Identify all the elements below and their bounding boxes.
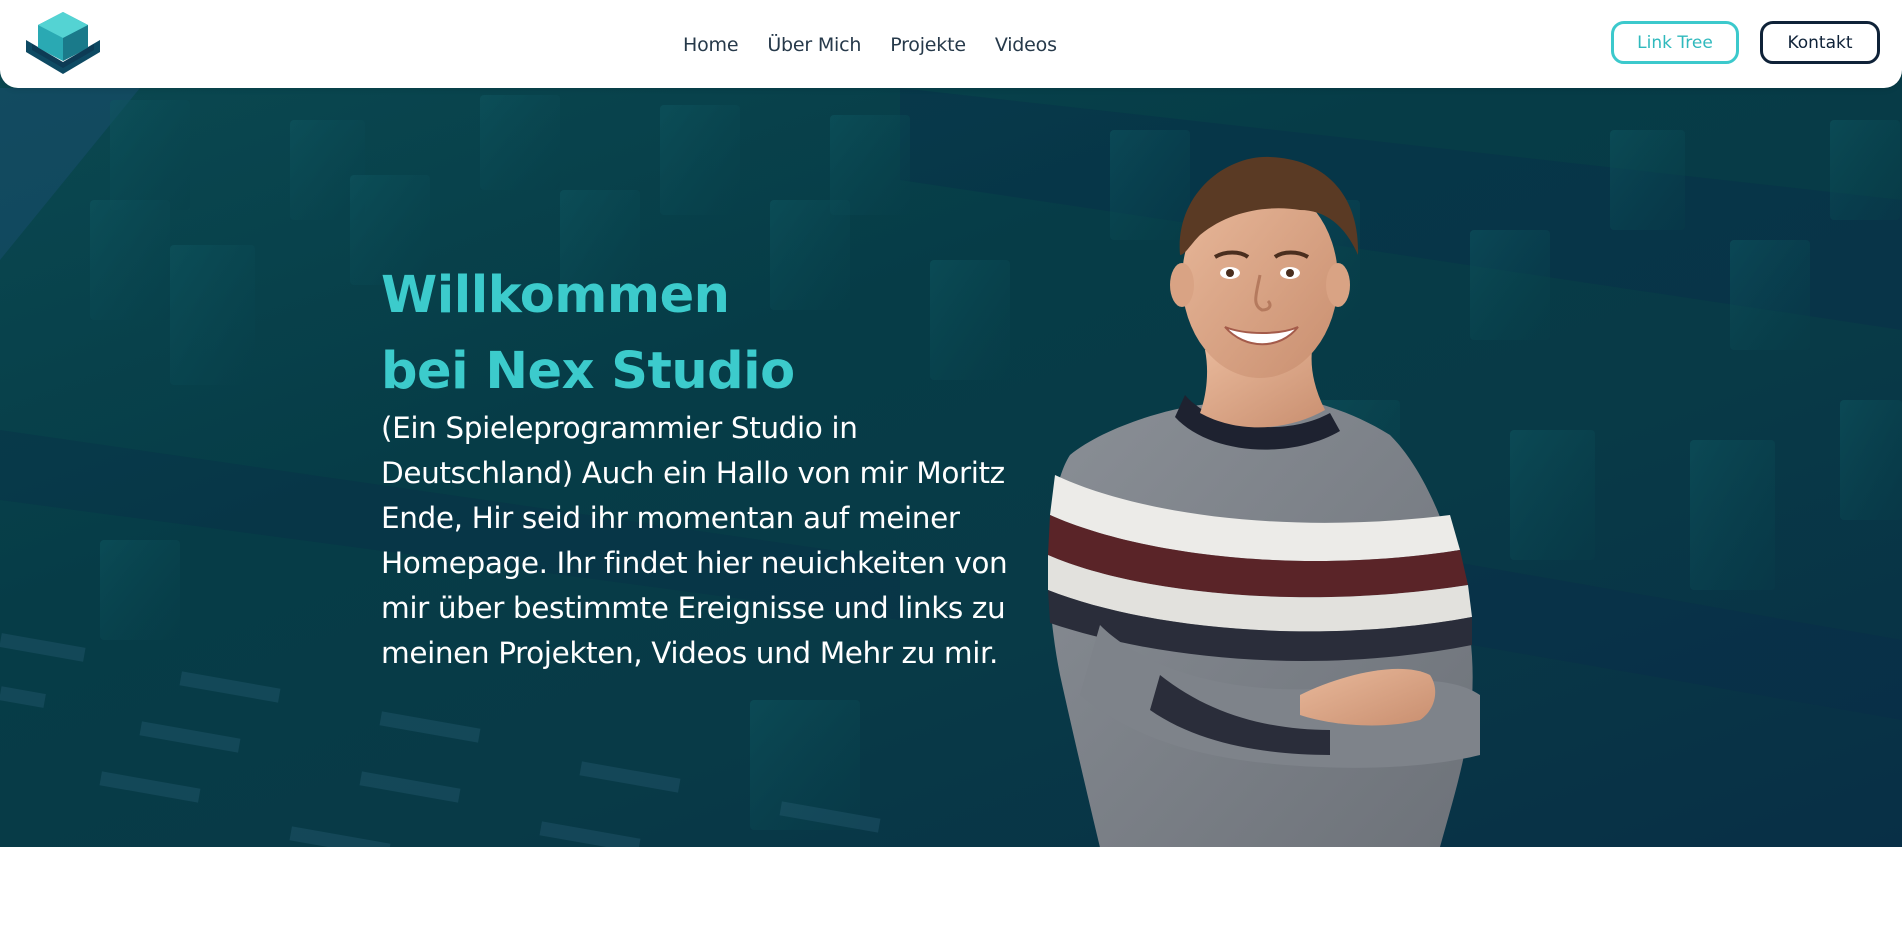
nav-item-projekte[interactable]: Projekte [890, 34, 966, 56]
nav-item-home[interactable]: Home [683, 34, 739, 56]
main-nav: Home Über Mich Projekte Videos [683, 30, 1086, 60]
portrait-image [1048, 156, 1480, 847]
hero-text-block: Willkommen bei Nex Studio (Ein Spielepro… [381, 258, 1041, 676]
hero-description: (Ein Spieleprogrammier Studio in Deutsch… [381, 411, 1008, 670]
nex-studio-logo-icon[interactable] [26, 10, 100, 76]
site-header: Home Über Mich Projekte Videos Link Tree… [0, 0, 1902, 88]
nav-item-videos[interactable]: Videos [995, 34, 1057, 56]
link-tree-button[interactable]: Link Tree [1611, 21, 1739, 64]
hero-title-line-2: bei Nex Studio [381, 342, 795, 401]
below-hero-area [0, 847, 1902, 945]
nav-item-ueber-mich[interactable]: Über Mich [767, 34, 861, 56]
kontakt-button[interactable]: Kontakt [1760, 21, 1880, 64]
hero-title-line-1: Willkommen [381, 266, 730, 325]
hero-title: Willkommen bei Nex Studio [381, 258, 1041, 410]
hero-section: Willkommen bei Nex Studio (Ein Spielepro… [0, 0, 1902, 847]
